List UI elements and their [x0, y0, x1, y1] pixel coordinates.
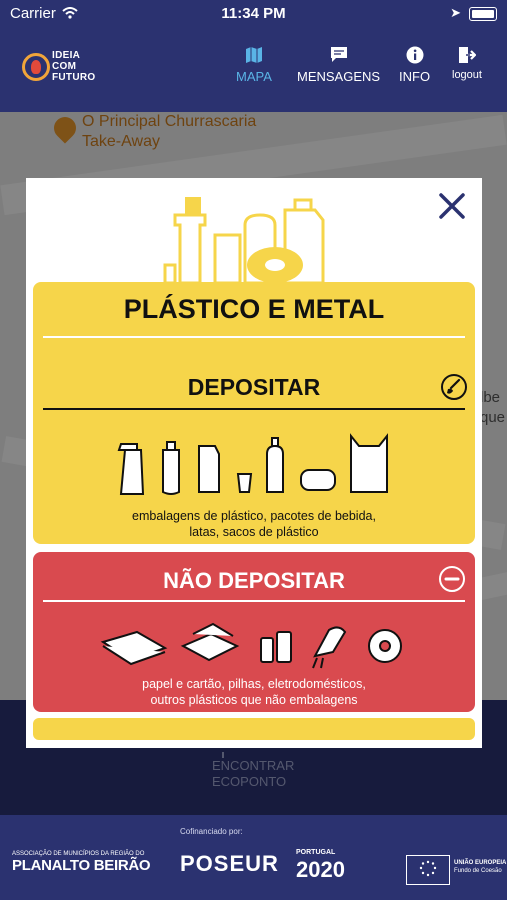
- battery-icon: [469, 7, 497, 21]
- top-nav-bar: IDEIA COM FUTURO MAPA MENSAGENS INFO log…: [0, 28, 507, 112]
- eu-line-2: Fundo de Coesão: [454, 868, 502, 874]
- logout-icon: [458, 47, 476, 63]
- divider-dark: [43, 408, 465, 410]
- deposit-caption: embalagens de plástico, pacotes de bebid…: [33, 508, 475, 540]
- nav-label-info: INFO: [399, 69, 431, 84]
- close-icon[interactable]: [436, 190, 468, 222]
- nav-label-mensagens: MENSAGENS: [297, 69, 381, 84]
- portugal-small: PORTUGAL: [296, 849, 336, 856]
- brush-toggle-icon[interactable]: [441, 374, 467, 400]
- cofinancing-footer: Cofinanciado por: ASSOCIAÇÃO DE MUNICÍPI…: [0, 815, 507, 900]
- accepted-items-panel: PLÁSTICO E METAL DEPOSITAR embalagens de…: [33, 282, 475, 544]
- rejected-items-icons: [100, 622, 402, 669]
- logo-line-3: FUTURO: [52, 72, 96, 83]
- portugal-2020-logo: PORTUGAL 2020: [296, 849, 345, 883]
- logo-line-1: IDEIA: [52, 50, 81, 61]
- nav-tab-info[interactable]: INFO: [399, 46, 430, 84]
- deposit-caption-line-2: latas, sacos de plástico: [189, 525, 319, 539]
- eu-line-1: UNIÃO EUROPEIA: [454, 860, 507, 866]
- nav-tab-logout[interactable]: logout: [452, 46, 482, 81]
- collapse-minus-icon[interactable]: [439, 566, 465, 592]
- packaging-illustration: [163, 197, 325, 283]
- divider: [43, 600, 465, 602]
- eu-flag-icon: [406, 855, 450, 885]
- nav-label-logout: logout: [452, 69, 482, 81]
- status-bar: Carrier 11:34 PM ➤: [0, 0, 507, 28]
- nav-tab-mapa[interactable]: MAPA: [236, 46, 272, 84]
- location-arrow-icon: ➤: [450, 5, 461, 20]
- no-deposit-caption: papel e cartão, pilhas, eletrodomésticos…: [33, 676, 475, 708]
- no-deposit-heading: NÃO DEPOSITAR: [163, 568, 345, 593]
- message-icon: [330, 47, 347, 62]
- rejected-items-panel: NÃO DEPOSITAR papel e cartão, pilhas, el…: [33, 552, 475, 712]
- no-deposit-caption-line-1: papel e cartão, pilhas, eletrodomésticos…: [142, 677, 366, 691]
- map-icon: [245, 47, 262, 63]
- planalto-name: PLANALTO BEIRÃO: [12, 857, 151, 874]
- nav-tab-mensagens[interactable]: MENSAGENS: [297, 46, 380, 84]
- nav-label-mapa: MAPA: [236, 69, 272, 84]
- logo-text: IDEIA COM FUTURO: [52, 50, 95, 83]
- accepted-items-icons: [117, 433, 388, 495]
- eu-text: UNIÃO EUROPEIA Fundo de Coesão: [454, 859, 506, 875]
- info-icon: [406, 46, 424, 64]
- modal-title: PLÁSTICO E METAL: [123, 294, 385, 324]
- deposit-heading: DEPOSITAR: [187, 374, 321, 400]
- divider: [43, 336, 465, 338]
- no-deposit-caption-line-2: outros plásticos que não embalagens: [150, 693, 358, 707]
- next-section-strip[interactable]: [33, 718, 475, 740]
- logo-line-2: COM: [52, 61, 77, 72]
- portugal-year: 2020: [296, 857, 345, 882]
- lightbulb-icon: [22, 53, 50, 81]
- clock: 11:34 PM: [221, 5, 286, 22]
- cofinanced-label: Cofinanciado por:: [180, 827, 243, 836]
- poseur-logo: POSEUR: [180, 851, 279, 876]
- ideia-com-futuro-logo[interactable]: IDEIA COM FUTURO: [22, 50, 102, 92]
- deposit-caption-line-1: embalagens de plástico, pacotes de bebid…: [132, 509, 376, 523]
- planalto-beirao-logo: ASSOCIAÇÃO DE MUNICÍPIOS DA REGIÃO DO PL…: [12, 851, 151, 874]
